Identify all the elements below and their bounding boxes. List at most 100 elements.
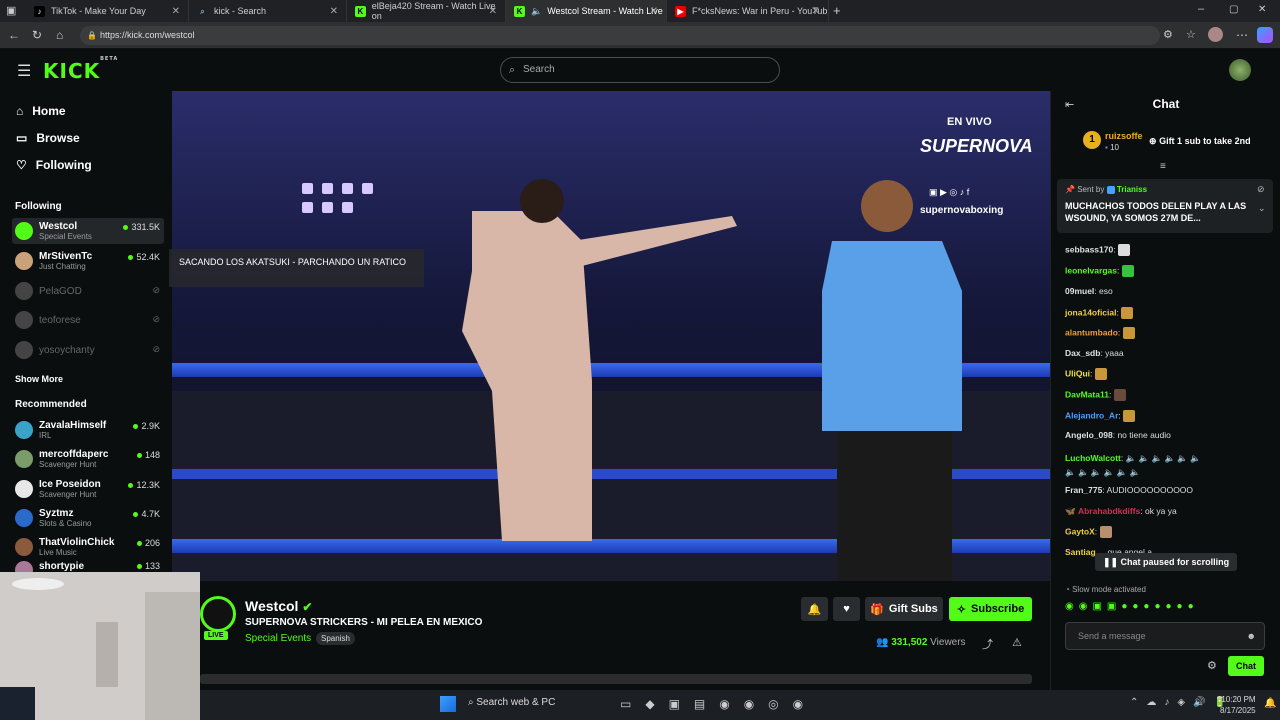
live-dot <box>136 541 142 547</box>
user-avatar[interactable] <box>1229 59 1251 81</box>
follow-button[interactable]: ♥ <box>833 597 860 621</box>
tab-2[interactable]: KelBeja420 Stream - Watch Live on ✕ <box>347 0 506 22</box>
minimize-button[interactable]: – <box>1198 3 1204 15</box>
banner-handle-text: supernovaboxing <box>920 205 1004 216</box>
following-channel[interactable]: PelaGOD ⊘ <box>12 278 164 304</box>
gift-icon: 🎁 <box>870 603 884 616</box>
search-input[interactable]: ⌕ Search <box>500 57 780 83</box>
tab-label: elBeja420 Stream - Watch Live on <box>371 1 496 21</box>
streamer-avatar[interactable] <box>200 596 236 632</box>
profile-avatar[interactable] <box>1208 27 1223 42</box>
close-icon[interactable]: ✕ <box>489 6 497 17</box>
recommended-channel[interactable]: mercoffdaperc Scavenger Hunt 148 <box>12 446 164 472</box>
report-icon[interactable]: ⚠ <box>1012 636 1022 649</box>
search-icon: ⌕ <box>200 6 205 16</box>
following-channel[interactable]: Westcol Special Events 331.5K <box>12 218 164 244</box>
tab-0[interactable]: ♪ TikTok - Make Your Day ✕ <box>26 0 189 22</box>
favorites-icon[interactable]: ☆ <box>1186 28 1196 41</box>
nav-home[interactable]: ⌂ Home <box>16 104 66 118</box>
show-more-button[interactable]: Show More <box>15 374 63 384</box>
url-text: https://kick.com/westcol <box>100 30 195 40</box>
page-scrollbar[interactable] <box>200 674 1032 684</box>
top-gifter-name[interactable]: ruizsoffe <box>1105 131 1143 141</box>
channel-name: Syztmz <box>39 507 74 519</box>
tab-4[interactable]: ▶ F*cksNews: War in Peru - YouTub ✕ <box>667 0 829 22</box>
send-chat-button[interactable]: Chat <box>1228 656 1264 676</box>
close-icon[interactable]: ✕ <box>812 6 820 17</box>
chevron-down-icon[interactable]: ⌄ <box>1258 203 1266 214</box>
recommended-channel[interactable]: Syztmz Slots & Casino 4.7K <box>12 505 164 531</box>
menu-icon[interactable]: ☰ <box>17 61 31 81</box>
avatar <box>15 421 33 439</box>
extensions-icon[interactable]: ⚙ <box>1163 28 1173 41</box>
channel-name: teoforese <box>39 314 81 326</box>
following-heading: Following <box>15 201 62 212</box>
message-input[interactable]: Send a message ☻ <box>1065 622 1265 650</box>
language-tag[interactable]: Spanish <box>316 632 355 645</box>
emote-icon <box>1123 410 1136 422</box>
following-channel[interactable]: MrStivenTc Just Chatting 52.4K <box>12 248 164 274</box>
settings-icon[interactable]: ⚙ <box>1207 659 1217 672</box>
nav-label: Following <box>35 158 92 172</box>
nav-following[interactable]: ♡ Following <box>16 158 92 172</box>
browser-tab-bar: ▣ ♪ TikTok - Make Your Day ✕ ⌕ kick - Searc… <box>0 0 1280 22</box>
nav-label: Browse <box>36 131 80 145</box>
chat-message: Angelo_098: no tiene audio <box>1065 430 1171 440</box>
category-link[interactable]: Special Events <box>245 633 311 644</box>
following-channel[interactable]: yosoychanty ⊘ <box>12 337 164 363</box>
recommended-channel[interactable]: ZavalaHimself IRL 2.9K <box>12 417 164 443</box>
chat-message: Dax_sdb: yaaa <box>1065 348 1124 358</box>
close-window-button[interactable]: ✕ <box>1258 4 1266 15</box>
notifications-button[interactable]: 🔔 <box>801 597 828 621</box>
search-placeholder: Search <box>523 64 555 75</box>
windows-start-icon[interactable] <box>440 696 456 712</box>
recommended-channel[interactable]: Ice Poseidon Scavenger Hunt 12.3K <box>12 476 164 502</box>
gift-icon: ▪ <box>1105 143 1108 152</box>
live-dot <box>136 453 142 459</box>
taskbar-search[interactable]: ⌕ Search web & PC <box>468 697 555 708</box>
tab-1[interactable]: ⌕ kick - Search ✕ <box>189 0 347 22</box>
back-icon[interactable]: ← <box>8 28 20 42</box>
notification-bell-icon[interactable]: 🔔 <box>1264 698 1276 709</box>
video-player[interactable]: EN VIVO SUPERNOVA ▣ ▶ ◎ ♪ f supernovabox… <box>172 91 1050 581</box>
chat-panel: ⇤ Chat 1 ruizsoffe ▪ 10 ⊕ Gift 1 sub to … <box>1050 91 1280 691</box>
following-channel[interactable]: teoforese ⊘ <box>12 307 164 333</box>
expand-icon[interactable]: ≡ <box>1160 161 1166 172</box>
close-icon[interactable]: ✕ <box>330 6 338 17</box>
gift-subs-button[interactable]: 🎁 Gift Subs <box>865 597 943 621</box>
new-tab-button[interactable]: + <box>833 3 841 18</box>
home-icon[interactable]: ⌂ <box>56 28 63 42</box>
unpin-icon[interactable]: ⊘ <box>1257 184 1265 195</box>
refresh-icon[interactable]: ↻ <box>32 28 42 42</box>
share-icon[interactable]: ⤴ <box>982 636 993 652</box>
channel-category: Scavenger Hunt <box>39 489 97 499</box>
maximize-button[interactable]: ▢ <box>1229 4 1238 15</box>
more-icon[interactable]: ⋯ <box>1236 28 1248 42</box>
webcam-overlay <box>0 572 200 720</box>
close-icon[interactable]: ✕ <box>650 6 658 17</box>
gift-cta[interactable]: ⊕ Gift 1 sub to take 2nd <box>1149 136 1251 147</box>
close-icon[interactable]: ✕ <box>172 6 180 17</box>
emote-bar[interactable]: ◉◉▣▣●●●●●●● <box>1065 601 1199 612</box>
copilot-icon[interactable] <box>1257 27 1273 43</box>
taskbar-apps[interactable]: ▭◆▣▤◉◉◎◉ <box>620 697 817 711</box>
nav-label: Home <box>32 104 66 118</box>
kick-logo[interactable]: KICKBETA <box>43 56 118 83</box>
chat-message: alantumbado: <box>1065 327 1135 339</box>
pinned-message[interactable]: 📌 Sent by Trianiss MUCHACHOS TODOS DELEN… <box>1057 179 1273 233</box>
tab-3[interactable]: K 🔈 Westcol Stream - Watch Live ✕ <box>506 0 667 22</box>
avatar <box>15 311 33 329</box>
channel-name[interactable]: Westcol ✔ <box>245 598 312 614</box>
recommended-channel[interactable]: ThatViolinChick Live Music 206 <box>12 534 164 560</box>
badge-icon <box>1106 185 1115 194</box>
tab-actions-icon[interactable]: ▣ <box>6 4 16 17</box>
clock[interactable]: 10:20 PM 8/17/2025 <box>1220 694 1256 716</box>
url-field[interactable]: 🔒 https://kick.com/westcol <box>80 26 1160 45</box>
chat-paused-banner[interactable]: ❚❚ Chat paused for scrolling <box>1095 553 1237 571</box>
emoji-icon[interactable]: ☻ <box>1247 623 1256 649</box>
nav-browse[interactable]: ▭ Browse <box>16 131 80 145</box>
webcam-frame <box>0 572 200 720</box>
channel-category: Slots & Casino <box>39 518 92 528</box>
system-tray[interactable]: ⌃☁♪◈🔊🔋 <box>1130 697 1234 708</box>
subscribe-button[interactable]: ✧ Subscribe <box>949 597 1032 621</box>
